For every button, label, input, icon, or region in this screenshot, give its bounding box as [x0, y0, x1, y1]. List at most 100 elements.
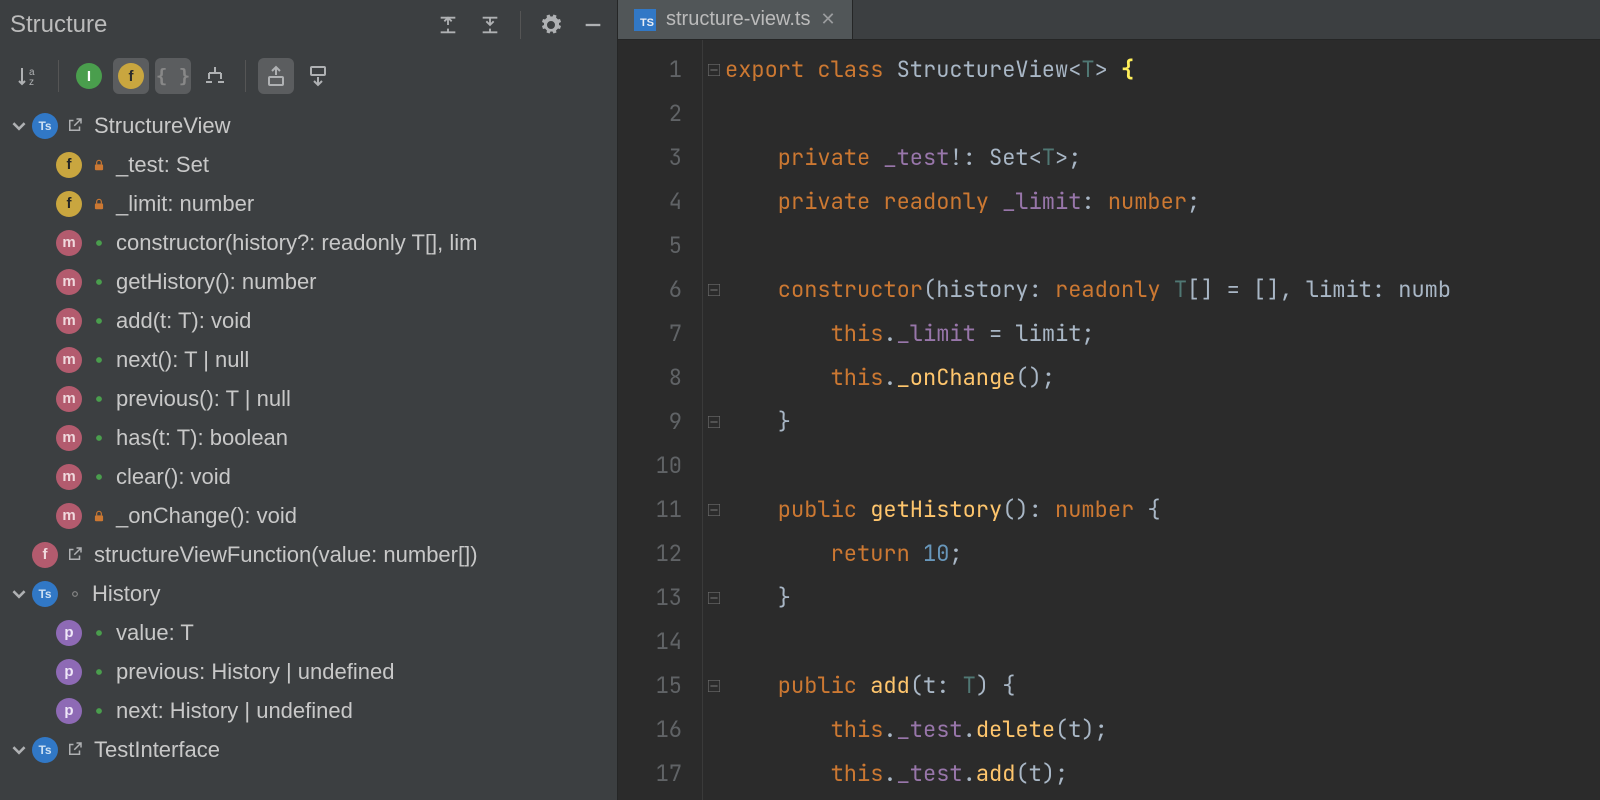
- public-icon: [90, 702, 108, 720]
- line-number: 6: [618, 268, 682, 312]
- tree-item[interactable]: p value: T: [0, 613, 617, 652]
- sort-alpha-button[interactable]: az: [10, 58, 46, 94]
- tree-item[interactable]: mprevious(): T | null: [0, 379, 617, 418]
- p-kind-icon: p: [56, 659, 82, 685]
- tree-item-label: previous: History | undefined: [116, 659, 394, 685]
- m-kind-icon: m: [56, 347, 82, 373]
- f-kind-icon: f: [56, 152, 82, 178]
- line-number: 16: [618, 708, 682, 752]
- chevron-down-icon[interactable]: [8, 739, 30, 761]
- separator: [58, 60, 59, 92]
- tree-item[interactable]: m _onChange(): void: [0, 496, 617, 535]
- tree-item[interactable]: Ts TestInterface: [0, 730, 617, 769]
- tree-item-label: has(t: T): boolean: [116, 425, 288, 451]
- line-number: 3: [618, 136, 682, 180]
- code-line: public add(t: T) {: [725, 664, 1600, 708]
- fold-marker[interactable]: [703, 752, 725, 796]
- m-kind-icon: m: [56, 425, 82, 451]
- fold-marker[interactable]: [703, 136, 725, 180]
- tree-item-label: value: T: [116, 620, 194, 646]
- fold-marker[interactable]: [703, 400, 725, 444]
- tree-item-label: TestInterface: [94, 737, 220, 763]
- tree-item[interactable]: f_limit: number: [0, 184, 617, 223]
- public-icon: [90, 663, 108, 681]
- fold-marker[interactable]: [703, 444, 725, 488]
- tree-item-label: constructor(history?: readonly T[], lim: [116, 230, 478, 256]
- tree-item[interactable]: TsStructureView: [0, 106, 617, 145]
- structure-tree[interactable]: TsStructureView f _test: Set f_limit: numbe…: [0, 102, 617, 800]
- fold-marker[interactable]: [703, 224, 725, 268]
- fold-marker[interactable]: [703, 664, 725, 708]
- separator: [520, 11, 521, 39]
- fold-marker[interactable]: [703, 620, 725, 664]
- m-kind-icon: m: [56, 308, 82, 334]
- public-icon: [90, 234, 108, 252]
- code-line: this._test.delete(t);: [725, 708, 1600, 752]
- f-kind-icon: f: [56, 191, 82, 217]
- link-out-icon: [66, 545, 86, 565]
- link-out-icon: [66, 740, 86, 760]
- public-icon: [90, 351, 108, 369]
- public-icon: [90, 624, 108, 642]
- autoscroll-source-button[interactable]: [258, 58, 294, 94]
- editor-panel: TS structure-view.ts ✕ 12345678910111213…: [618, 0, 1600, 800]
- line-number: 10: [618, 444, 682, 488]
- code-line: this._onChange();: [725, 356, 1600, 400]
- public-icon: [90, 468, 108, 486]
- chevron-down-icon[interactable]: [8, 583, 30, 605]
- p-kind-icon: p: [56, 620, 82, 646]
- separator: [245, 60, 246, 92]
- tree-item[interactable]: TsHistory: [0, 574, 617, 613]
- fold-marker[interactable]: [703, 92, 725, 136]
- fold-marker[interactable]: [703, 48, 725, 92]
- tree-item[interactable]: mconstructor(history?: readonly T[], lim: [0, 223, 617, 262]
- tree-item[interactable]: mnext(): T | null: [0, 340, 617, 379]
- fold-marker[interactable]: [703, 312, 725, 356]
- fold-marker[interactable]: [703, 532, 725, 576]
- tree-item[interactable]: mgetHistory(): number: [0, 262, 617, 301]
- close-icon[interactable]: ✕: [820, 9, 835, 30]
- expand-all-icon[interactable]: [434, 11, 462, 39]
- fold-marker[interactable]: [703, 708, 725, 752]
- svg-text:z: z: [29, 77, 34, 88]
- tree-item[interactable]: pnext: History | undefined: [0, 691, 617, 730]
- show-inherited-button[interactable]: [197, 58, 233, 94]
- m-kind-icon: m: [56, 503, 82, 529]
- code-area[interactable]: export class StructureView<T> { private …: [725, 40, 1600, 800]
- chevron-down-icon[interactable]: [8, 115, 30, 137]
- show-interfaces-button[interactable]: I: [71, 58, 107, 94]
- show-fields-button[interactable]: f: [113, 58, 149, 94]
- gear-icon[interactable]: [537, 11, 565, 39]
- tree-item-label: _onChange(): void: [116, 503, 297, 529]
- tree-item-label: _test: Set: [116, 152, 209, 178]
- line-number: 13: [618, 576, 682, 620]
- tree-item[interactable]: m has(t: T): boolean: [0, 418, 617, 457]
- editor-tab[interactable]: TS structure-view.ts ✕: [618, 0, 853, 39]
- code-line: private _test!: Set<T>;: [725, 136, 1600, 180]
- m-kind-icon: m: [56, 386, 82, 412]
- fold-marker[interactable]: [703, 356, 725, 400]
- m-kind-icon: m: [56, 464, 82, 490]
- tree-item[interactable]: p previous: History | undefined: [0, 652, 617, 691]
- line-number: 11: [618, 488, 682, 532]
- collapse-all-icon[interactable]: [476, 11, 504, 39]
- tab-filename: structure-view.ts: [666, 8, 810, 31]
- ts-file-icon: TS: [634, 9, 656, 31]
- autoscroll-from-source-button[interactable]: [300, 58, 336, 94]
- public-icon: [90, 429, 108, 447]
- show-lambdas-button[interactable]: { }: [155, 58, 191, 94]
- fold-marker[interactable]: [703, 180, 725, 224]
- tree-item[interactable]: madd(t: T): void: [0, 301, 617, 340]
- fold-marker[interactable]: [703, 488, 725, 532]
- code-editor[interactable]: 1234567891011121314151617 export class S…: [618, 40, 1600, 800]
- line-number: 8: [618, 356, 682, 400]
- ts-kind-icon: Ts: [32, 737, 58, 763]
- panel-header: Structure: [0, 0, 617, 50]
- panel-header-actions: [434, 11, 607, 39]
- fold-marker[interactable]: [703, 576, 725, 620]
- fold-marker[interactable]: [703, 268, 725, 312]
- minimize-icon[interactable]: [579, 11, 607, 39]
- tree-item[interactable]: fstructureViewFunction(value: number[]): [0, 535, 617, 574]
- tree-item[interactable]: f _test: Set: [0, 145, 617, 184]
- tree-item[interactable]: mclear(): void: [0, 457, 617, 496]
